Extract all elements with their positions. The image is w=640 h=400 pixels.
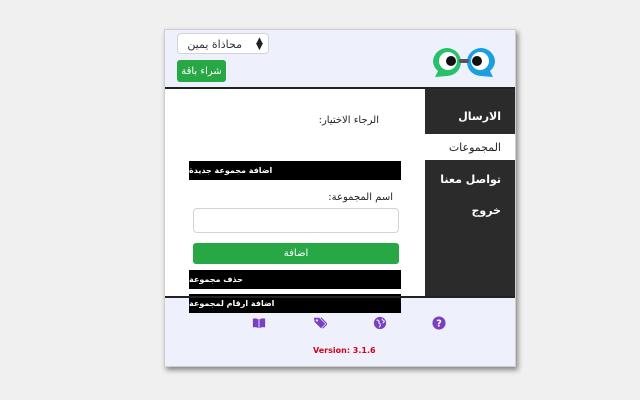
alignment-select-value: محاذاة يمين xyxy=(187,38,242,51)
svg-text:?: ? xyxy=(436,319,442,330)
chat-eyes-logo-icon xyxy=(433,48,495,77)
buy-package-button[interactable]: شراء باقة xyxy=(177,60,226,82)
alignment-select[interactable]: محاذاة يمين ▲ ▼ xyxy=(177,33,269,54)
add-new-group-option[interactable]: اضافة مجموعة جديدة xyxy=(189,161,401,180)
groups-content: الرجاء الاختيار: اضافة مجموعة جديدة اسم … xyxy=(165,89,425,313)
group-name-label: اسم المجموعة: xyxy=(328,192,393,203)
extension-popup: محاذاة يمين ▲ ▼ شراء باقة الرجاء الاختيار… xyxy=(164,29,516,367)
sidebar-item-send[interactable]: الارسال xyxy=(425,103,515,129)
sidebar: الارسال المجموعات تواصل معنا خروج xyxy=(425,89,515,296)
help-icon[interactable]: ? xyxy=(432,316,446,330)
sidebar-item-contact[interactable]: تواصل معنا xyxy=(425,166,515,192)
add-group-button[interactable]: اضافة xyxy=(193,243,399,264)
tags-icon[interactable] xyxy=(313,316,327,330)
book-icon[interactable] xyxy=(252,316,266,330)
footer-divider xyxy=(165,296,515,298)
version-label: Version: 3.1.6 xyxy=(313,346,376,355)
sidebar-item-logout[interactable]: خروج xyxy=(425,197,515,223)
add-group-panel: اسم المجموعة: اضافة xyxy=(189,182,401,269)
choose-label: الرجاء الاختيار: xyxy=(318,115,379,126)
delete-group-option[interactable]: حذف مجموعة xyxy=(189,270,401,289)
globe-icon[interactable] xyxy=(373,316,387,330)
sidebar-item-groups[interactable]: المجموعات xyxy=(425,134,515,160)
group-name-input[interactable] xyxy=(193,208,399,233)
select-arrows-icon: ▲ ▼ xyxy=(256,36,263,52)
